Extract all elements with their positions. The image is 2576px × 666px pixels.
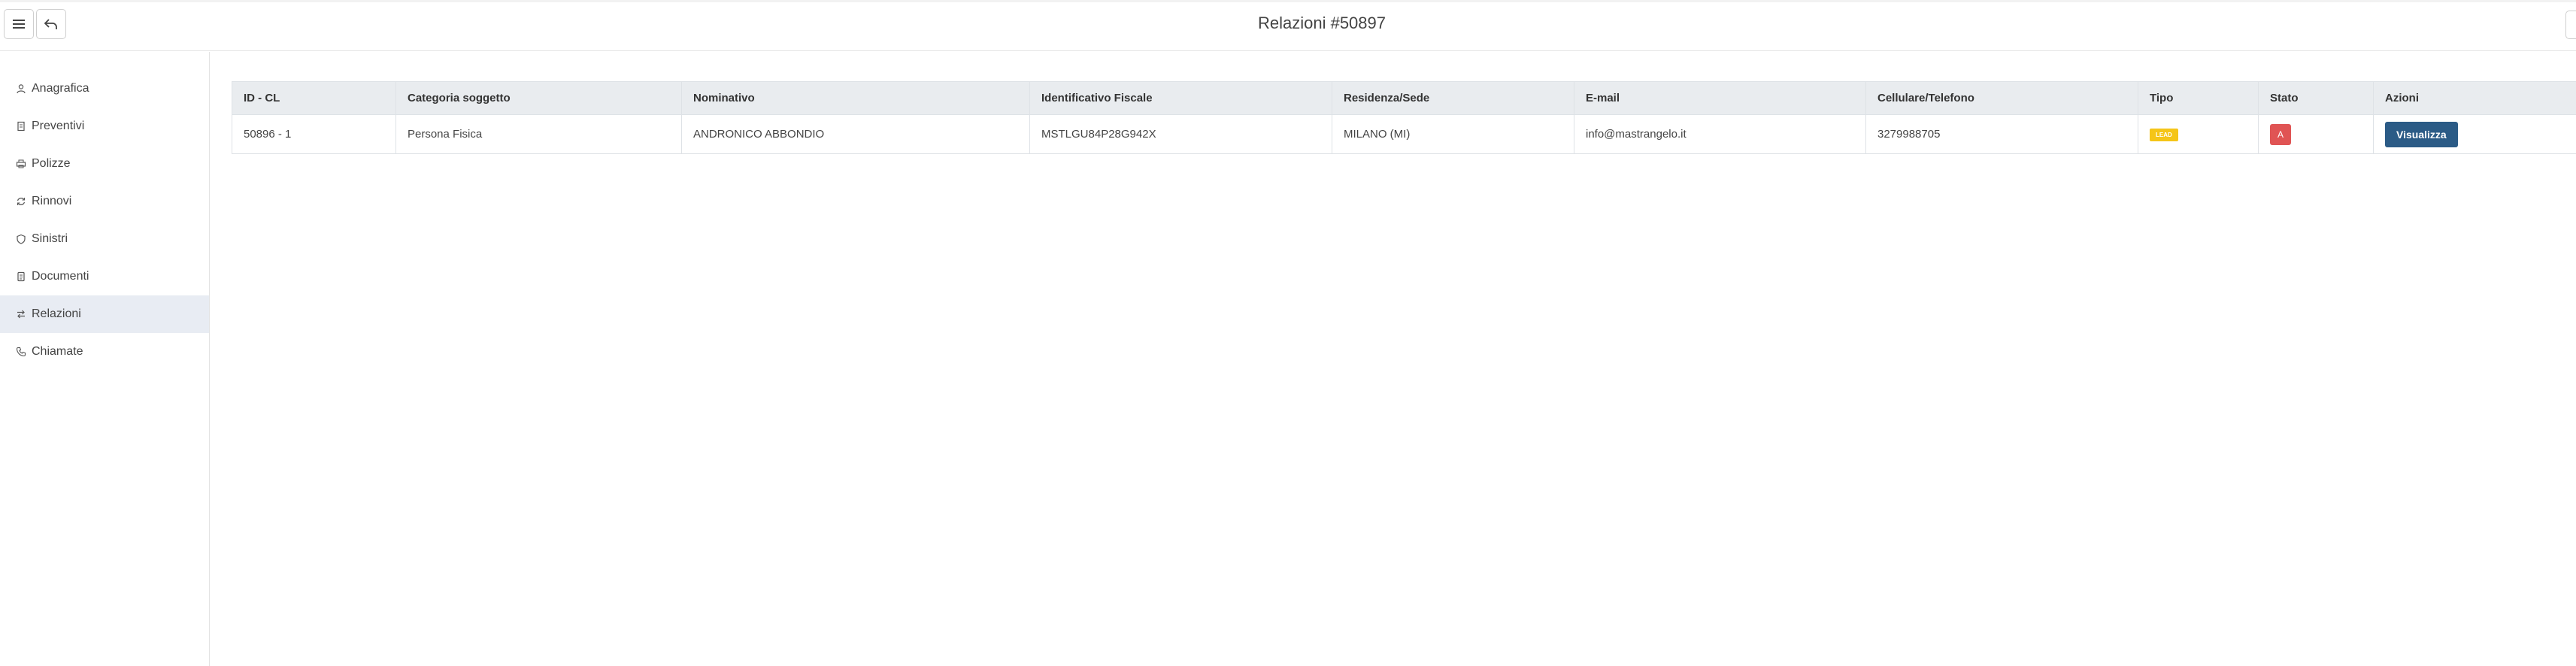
page-title: Relazioni #50897 (1257, 14, 1386, 32)
table-row: 50896 - 1 Persona Fisica ANDRONICO ABBON… (232, 114, 2576, 154)
column-header-azioni: Azioni (2373, 81, 2576, 115)
column-header-nominativo[interactable]: Nominativo (681, 81, 1030, 115)
sidebar-item-documenti[interactable]: Documenti (0, 258, 209, 295)
user-icon (15, 83, 27, 95)
shield-icon (15, 233, 27, 245)
tipo-badge: LEAD (2150, 129, 2178, 141)
column-header-id[interactable]: ID - CL (232, 81, 396, 115)
cell-email: info@mastrangelo.it (1574, 114, 1866, 154)
sidebar-item-label: Sinistri (32, 232, 68, 245)
printer-icon (15, 158, 27, 170)
cell-id: 50896 - 1 (232, 114, 396, 154)
sidebar-item-label: Relazioni (32, 307, 81, 320)
sidebar-item-polizze[interactable]: Polizze (0, 145, 209, 183)
cell-categoria: Persona Fisica (395, 114, 682, 154)
refresh-icon (15, 195, 27, 207)
sidebar-item-label: Polizze (32, 157, 71, 170)
cell-stato: A (2258, 114, 2374, 154)
sidebar-item-label: Anagrafica (32, 82, 89, 95)
document-icon (15, 120, 27, 132)
stato-badge: A (2270, 123, 2291, 145)
cell-nominativo: ANDRONICO ABBONDIO (681, 114, 1030, 154)
sidebar: Anagrafica Preventivi Polizze Rinnovi Si… (0, 52, 210, 666)
top-border (0, 0, 2576, 2)
sidebar-item-rinnovi[interactable]: Rinnovi (0, 183, 209, 220)
sidebar-item-label: Rinnovi (32, 195, 72, 207)
file-icon (15, 271, 27, 283)
column-header-email[interactable]: E-mail (1574, 81, 1866, 115)
cell-azioni: Visualizza (2373, 114, 2576, 154)
cell-residenza: MILANO (MI) (1332, 114, 1574, 154)
sidebar-item-chiamate[interactable]: Chiamate (0, 333, 209, 371)
visualizza-button[interactable]: Visualizza (2385, 121, 2458, 147)
relations-table: ID - CL Categoria soggetto Nominativo Id… (232, 81, 2576, 154)
table-header-row: ID - CL Categoria soggetto Nominativo Id… (232, 81, 2576, 115)
column-header-tipo[interactable]: Tipo (2138, 81, 2259, 115)
relations-table-container: ID - CL Categoria soggetto Nominativo Id… (232, 81, 2576, 154)
sidebar-item-label: Preventivi (32, 120, 85, 132)
arrows-swap-icon (15, 308, 27, 320)
cell-fiscale: MSTLGU84P28G942X (1029, 114, 1332, 154)
sidebar-item-preventivi[interactable]: Preventivi (0, 107, 209, 145)
right-edge-button[interactable] (2565, 11, 2576, 39)
sidebar-item-sinistri[interactable]: Sinistri (0, 220, 209, 258)
column-header-stato[interactable]: Stato (2258, 81, 2374, 115)
column-header-residenza[interactable]: Residenza/Sede (1332, 81, 1574, 115)
sidebar-item-anagrafica[interactable]: Anagrafica (0, 70, 209, 107)
sidebar-item-relazioni[interactable]: Relazioni (0, 295, 209, 333)
sidebar-item-label: Documenti (32, 270, 89, 283)
sidebar-item-label: Chiamate (32, 345, 83, 358)
cell-telefono: 3279988705 (1865, 114, 2138, 154)
column-header-fiscale[interactable]: Identificativo Fiscale (1029, 81, 1332, 115)
phone-icon (15, 346, 27, 358)
column-header-categoria[interactable]: Categoria soggetto (395, 81, 682, 115)
column-header-telefono[interactable]: Cellulare/Telefono (1865, 81, 2138, 115)
cell-tipo: LEAD (2138, 114, 2259, 154)
top-bar: Relazioni #50897 (0, 0, 2576, 51)
